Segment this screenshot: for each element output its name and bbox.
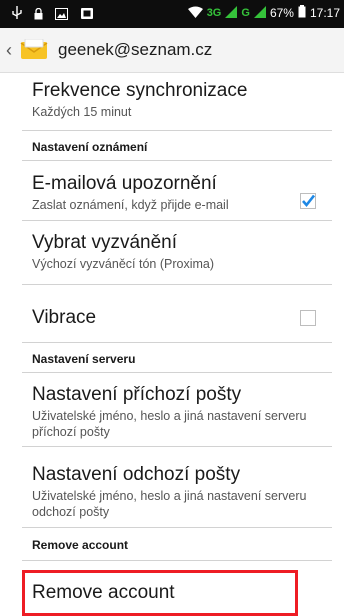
network-type-label-2: G (241, 7, 250, 19)
incoming-settings-item[interactable]: Nastavení příchozí pošty Uživatelské jmé… (32, 384, 332, 440)
signal-icon-2 (253, 5, 266, 21)
divider (22, 560, 332, 561)
wifi-icon (187, 6, 203, 21)
outgoing-settings-item[interactable]: Nastavení odchozí pošty Uživatelské jmén… (32, 464, 332, 520)
category-notifications: Nastavení oznámení (32, 140, 148, 154)
divider (22, 527, 332, 528)
sync-frequency-summary: Každých 15 minut (32, 105, 132, 119)
status-bar: 3G G 67% 17:17 (0, 0, 344, 28)
divider (22, 284, 332, 285)
gallery-icon (80, 7, 94, 25)
vibrate-checkbox[interactable] (300, 310, 316, 326)
incoming-settings-title: Nastavení příchozí pošty (32, 384, 242, 405)
clock: 17:17 (309, 6, 340, 20)
category-remove-account: Remove account (32, 538, 129, 552)
email-notifications-checkbox[interactable] (300, 193, 316, 209)
divider (22, 160, 332, 161)
divider (22, 446, 332, 447)
status-left-icons (12, 6, 94, 25)
outgoing-settings-summary: Uživatelské jméno, heslo a jiná nastaven… (32, 489, 307, 519)
sync-frequency-title: Frekvence synchronizace (32, 80, 248, 101)
divider (22, 220, 332, 221)
chevron-left-icon[interactable]: ‹ (6, 40, 18, 61)
mail-envelope-icon[interactable] (20, 38, 48, 61)
ringtone-summary: Výchozí vyzváněcí tón (Proxima) (32, 257, 215, 271)
checkmark-icon (302, 194, 316, 208)
ringtone-item[interactable]: Vybrat vyzvánění Výchozí vyzváněcí tón (… (32, 232, 332, 272)
status-right-icons: 3G G 67% 17:17 (187, 5, 340, 21)
remove-account-highlight-box (22, 570, 298, 616)
email-notifications-title: E-mailová upozornění (32, 173, 217, 194)
email-notifications-item[interactable]: E-mailová upozornění Zaslat oznámení, kd… (32, 173, 332, 213)
battery-percent: 67% (269, 6, 294, 20)
ringtone-title: Vybrat vyzvánění (32, 232, 178, 253)
vibrate-title: Vibrace (32, 307, 97, 328)
account-title: geenek@seznam.cz (58, 40, 213, 59)
network-type-label: 3G (206, 7, 222, 19)
signal-icon (225, 5, 238, 21)
sync-frequency-item[interactable]: Frekvence synchronizace Každých 15 minut (32, 80, 332, 120)
vibrate-item[interactable]: Vibrace (32, 307, 332, 329)
divider (22, 372, 332, 373)
email-notifications-summary: Zaslat oznámení, když přijde e-mail (32, 198, 229, 212)
lock-icon (34, 7, 43, 25)
action-bar: ‹ geenek@seznam.cz (0, 28, 344, 73)
battery-icon (298, 5, 306, 21)
outgoing-settings-title: Nastavení odchozí pošty (32, 464, 241, 485)
divider (22, 130, 332, 131)
category-server: Nastavení serveru (32, 352, 136, 366)
incoming-settings-summary: Uživatelské jméno, heslo a jiná nastaven… (32, 409, 307, 439)
usb-icon (12, 6, 22, 25)
image-icon (55, 7, 68, 25)
divider (22, 342, 332, 343)
